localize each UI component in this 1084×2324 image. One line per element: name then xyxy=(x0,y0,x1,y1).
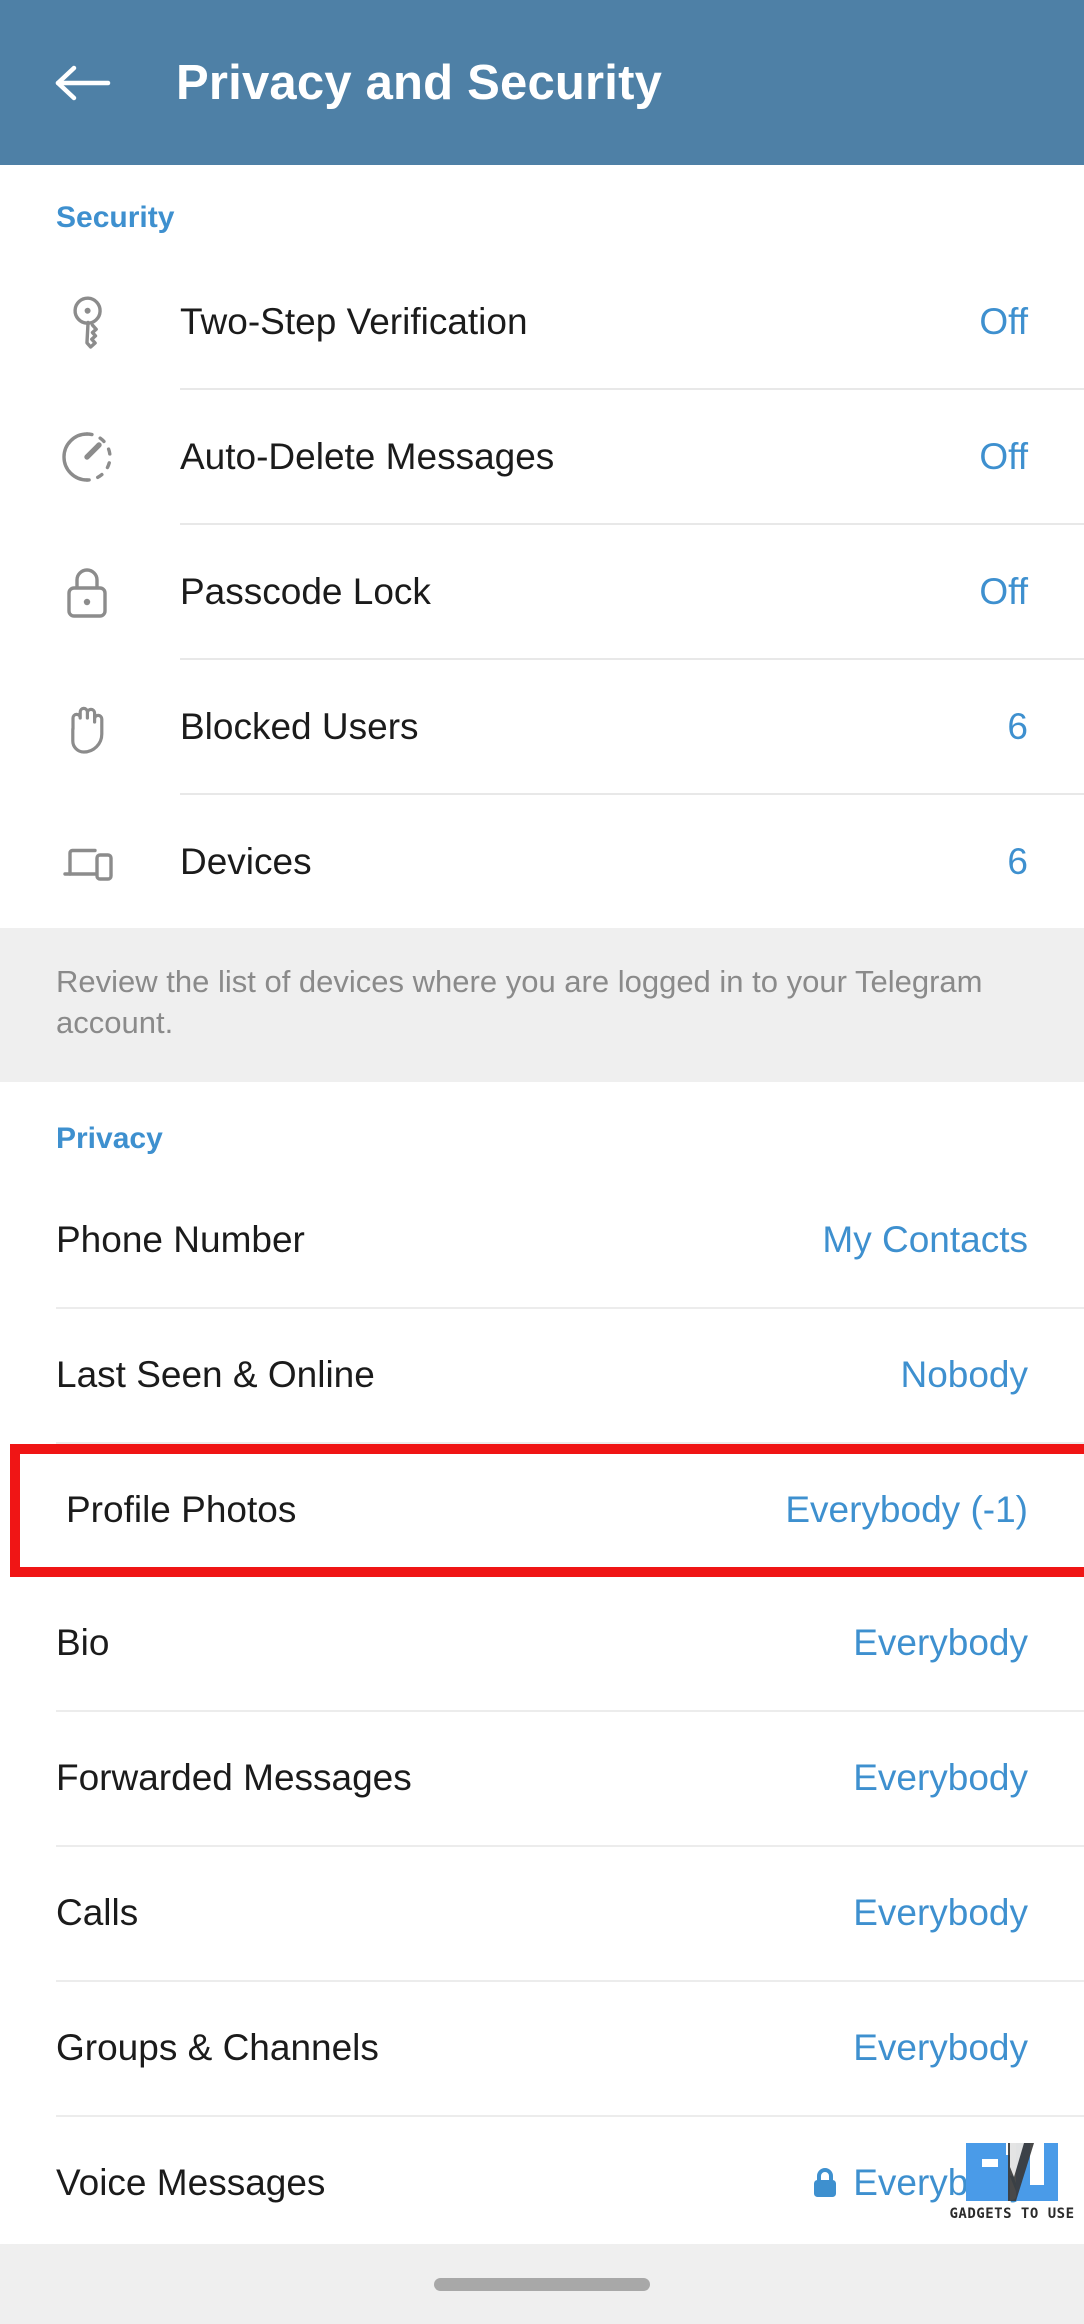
row-label: Last Seen & Online xyxy=(56,1354,375,1396)
row-label: Two-Step Verification xyxy=(180,300,528,342)
row-label: Devices xyxy=(180,840,312,882)
row-label: Auto-Delete Messages xyxy=(180,435,555,477)
row-value: Off xyxy=(979,570,1028,612)
row-bio[interactable]: Bio Everybody xyxy=(0,1576,1084,1710)
row-value: 6 xyxy=(1007,705,1028,747)
row-value: Everybody xyxy=(853,1757,1028,1799)
devices-note: Review the list of devices where you are… xyxy=(0,928,1084,1082)
back-button[interactable] xyxy=(52,52,114,114)
arrow-left-icon xyxy=(55,65,111,100)
row-label: Forwarded Messages xyxy=(56,1757,412,1799)
row-value: Everybody xyxy=(853,2027,1028,2069)
row-label: Groups & Channels xyxy=(56,2027,379,2069)
row-forwarded-messages[interactable]: Forwarded Messages Everybody xyxy=(0,1711,1084,1845)
row-label: Voice Messages xyxy=(56,2162,326,2204)
row-label: Bio xyxy=(56,1622,110,1664)
row-label: Calls xyxy=(56,1892,139,1934)
highlight-box-profile-photos: Profile Photos Everybody (-1) xyxy=(10,1443,1084,1577)
row-voice-messages[interactable]: Voice Messages Everybody xyxy=(0,2116,1084,2244)
home-indicator[interactable] xyxy=(434,2277,650,2291)
row-value: Everybody xyxy=(853,1892,1028,1934)
row-value: 6 xyxy=(1007,840,1028,882)
row-label: Profile Photos xyxy=(66,1489,297,1531)
row-value: Nobody xyxy=(900,1354,1028,1396)
system-navigation-bar xyxy=(0,2244,1084,2324)
row-groups-channels[interactable]: Groups & Channels Everybody xyxy=(0,1981,1084,2115)
page-title: Privacy and Security xyxy=(176,55,663,110)
devices-icon xyxy=(56,831,180,893)
row-two-step-verification[interactable]: Two-Step Verification Off xyxy=(0,255,1084,388)
row-value: Off xyxy=(979,435,1028,477)
hand-stop-icon xyxy=(56,696,180,758)
telegram-privacy-security-screen: Privacy and Security Security Two-Step V… xyxy=(0,0,1084,2324)
row-value-group: Everybody xyxy=(810,2162,1028,2204)
padlock-icon xyxy=(56,561,180,623)
timer-clock-icon xyxy=(56,426,180,488)
row-auto-delete-messages[interactable]: Auto-Delete Messages Off xyxy=(0,390,1084,523)
row-value: Everybody (-1) xyxy=(785,1489,1028,1531)
row-value: Everybody xyxy=(853,2162,1028,2204)
row-value: Off xyxy=(979,300,1028,342)
row-profile-photos[interactable]: Profile Photos Everybody (-1) xyxy=(20,1453,1084,1567)
section-header-security: Security xyxy=(56,201,175,234)
row-last-seen-online[interactable]: Last Seen & Online Nobody xyxy=(0,1308,1084,1442)
premium-lock-icon xyxy=(814,2168,837,2198)
settings-scroll-area[interactable]: Security Two-Step Verification Off Auto-… xyxy=(0,165,1084,2244)
row-blocked-users[interactable]: Blocked Users 6 xyxy=(0,660,1084,793)
row-value: Everybody xyxy=(853,1622,1028,1664)
row-label: Blocked Users xyxy=(180,705,419,747)
app-header: Privacy and Security xyxy=(0,0,1084,165)
row-label: Phone Number xyxy=(56,1219,305,1261)
row-devices[interactable]: Devices 6 xyxy=(0,795,1084,928)
key-icon xyxy=(56,291,180,353)
section-header-privacy: Privacy xyxy=(56,1121,163,1155)
row-label: Passcode Lock xyxy=(180,570,431,612)
row-passcode-lock[interactable]: Passcode Lock Off xyxy=(0,525,1084,658)
row-calls[interactable]: Calls Everybody xyxy=(0,1846,1084,1980)
row-value: My Contacts xyxy=(822,1219,1028,1261)
row-phone-number[interactable]: Phone Number My Contacts xyxy=(0,1173,1084,1307)
